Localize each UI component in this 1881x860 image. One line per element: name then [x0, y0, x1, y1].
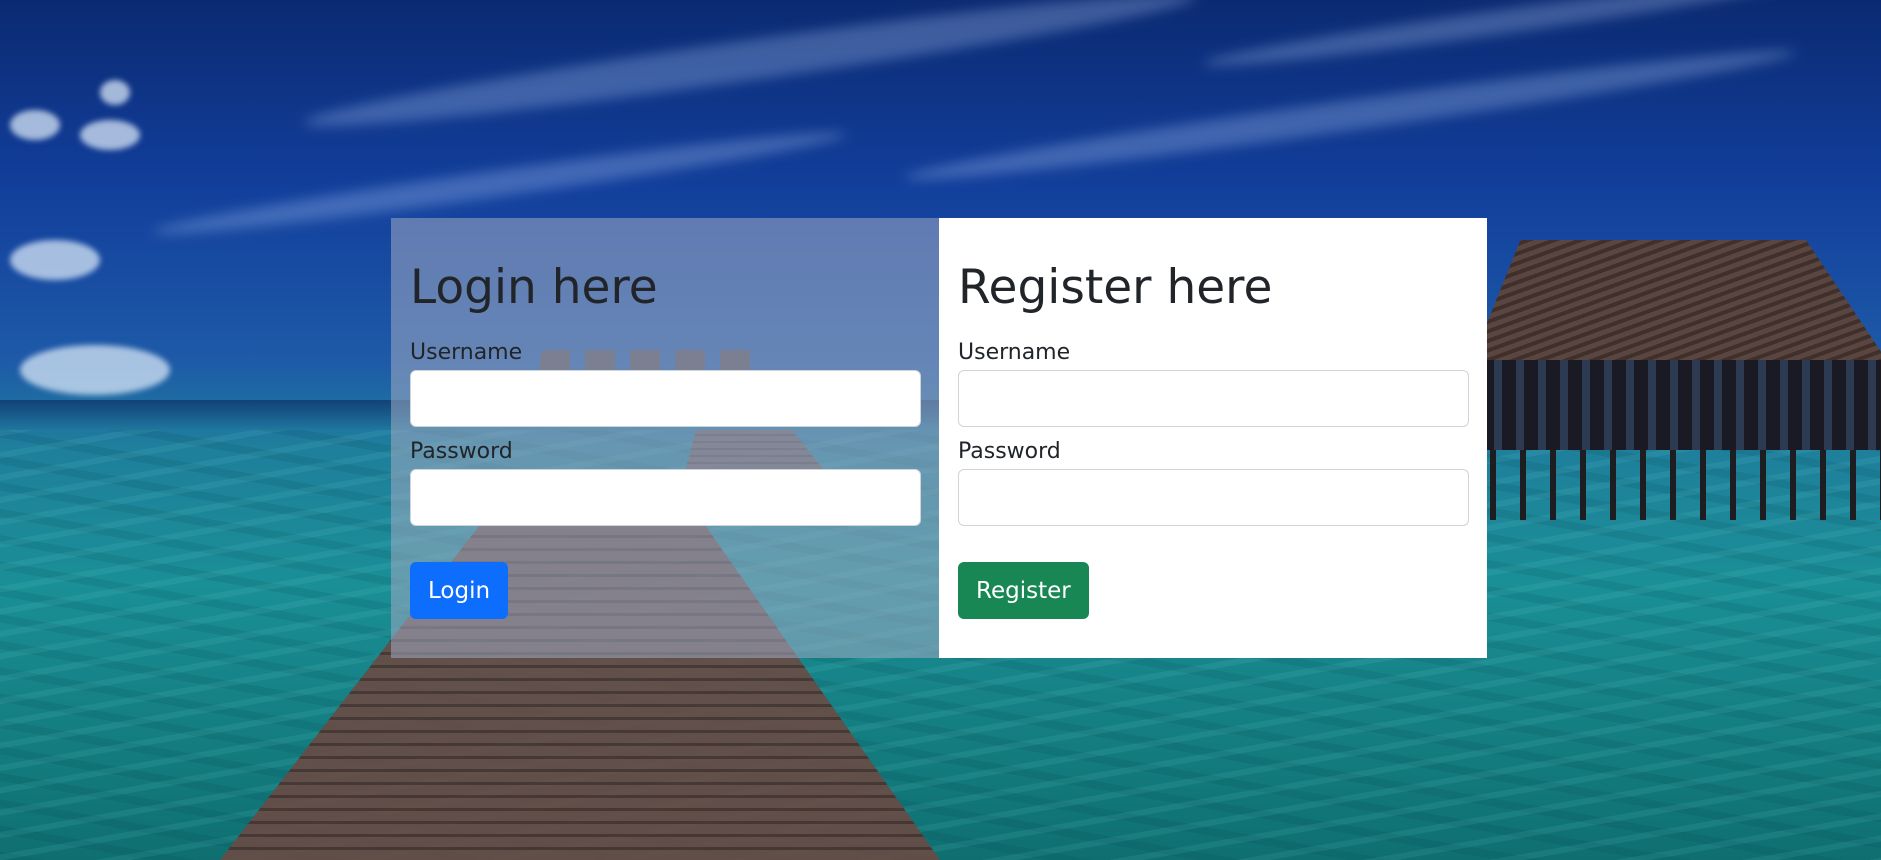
register-button[interactable]: Register — [958, 562, 1089, 619]
sky-streak — [902, 37, 1798, 193]
login-button[interactable]: Login — [410, 562, 509, 619]
login-username-input[interactable] — [410, 370, 921, 427]
login-password-input[interactable] — [410, 469, 921, 526]
register-password-input[interactable] — [958, 469, 1469, 526]
auth-panel: Login here Username Password Login Regis… — [391, 218, 1487, 658]
cloud — [10, 110, 60, 140]
login-username-label: Username — [410, 340, 523, 365]
register-username-label: Username — [958, 340, 1071, 365]
cloud — [80, 120, 140, 150]
cloud — [10, 240, 100, 280]
hut-roof — [1470, 240, 1881, 365]
hut-body — [1480, 360, 1881, 450]
register-title: Register here — [958, 260, 1273, 315]
cloud — [20, 345, 170, 395]
login-form: Login here Username Password Login — [391, 218, 939, 658]
hut-posts — [1490, 450, 1881, 520]
register-form: Register here Username Password Register — [939, 218, 1487, 658]
login-title: Login here — [410, 260, 658, 315]
cloud — [100, 80, 130, 105]
sky-streak — [301, 0, 1199, 143]
register-username-input[interactable] — [958, 370, 1469, 427]
background-scene: Login here Username Password Login Regis… — [0, 0, 1881, 860]
login-password-label: Password — [410, 439, 513, 464]
register-password-label: Password — [958, 439, 1061, 464]
